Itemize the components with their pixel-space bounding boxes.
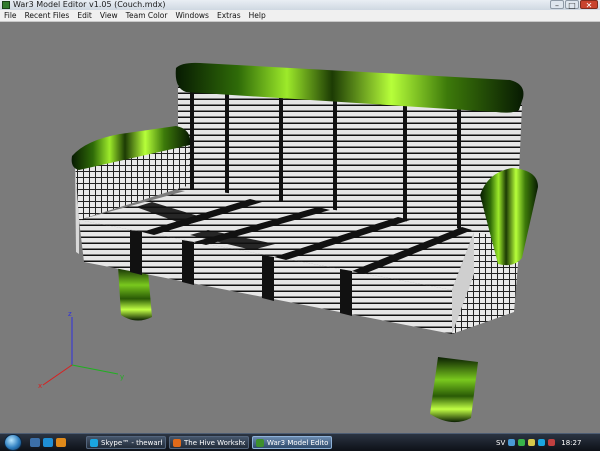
minimize-button[interactable]: – <box>550 0 564 10</box>
taskbar: Skype™ - thewarhu... The Hive Workshop .… <box>0 433 600 451</box>
couch-model-render: z y x <box>38 62 538 423</box>
maximize-button[interactable]: □ <box>565 0 579 10</box>
close-button[interactable]: ✕ <box>580 0 598 10</box>
y-axis-label: y <box>120 373 124 381</box>
tray-app-icon[interactable] <box>518 439 526 446</box>
window-controls: – □ ✕ <box>550 0 598 10</box>
skype-icon <box>90 438 98 447</box>
window-title: War3 Model Editor v1.05 (Couch.mdx) <box>13 0 166 9</box>
taskbar-item-label: Skype™ - thewarhu... <box>101 438 162 447</box>
show-desktop-icon[interactable] <box>30 438 40 447</box>
system-tray: SV 18:27 <box>492 434 600 451</box>
network-icon[interactable] <box>508 439 516 446</box>
z-axis-label: z <box>68 310 72 318</box>
clock[interactable]: 18:27 <box>561 439 581 447</box>
menu-windows[interactable]: Windows <box>171 10 212 21</box>
taskbar-item-skype[interactable]: Skype™ - thewarhu... <box>86 436 166 449</box>
security-icon[interactable] <box>548 439 556 446</box>
axis-gizmo: z y x <box>38 310 124 390</box>
menu-help[interactable]: Help <box>245 10 270 21</box>
menu-edit[interactable]: Edit <box>73 10 96 21</box>
3d-viewport[interactable]: z y x <box>0 22 600 433</box>
app-icon <box>2 1 10 9</box>
taskbar-item-label: The Hive Workshop ... <box>184 438 245 447</box>
menu-team-color[interactable]: Team Color <box>122 10 172 21</box>
menu-extras[interactable]: Extras <box>213 10 245 21</box>
taskbar-item-war3-model-editor[interactable]: War3 Model Editor v... <box>252 436 332 449</box>
skype-tray-icon[interactable] <box>538 439 546 446</box>
ie-quicklaunch-icon[interactable] <box>43 438 53 447</box>
language-indicator[interactable]: SV <box>496 439 505 447</box>
start-button-icon[interactable] <box>4 434 22 451</box>
x-axis-label: x <box>38 382 42 390</box>
war3-model-editor-icon <box>256 438 264 447</box>
menu-bar: File Recent Files Edit View Team Color W… <box>0 10 600 22</box>
firefox-quicklaunch-icon[interactable] <box>56 438 66 447</box>
menu-view[interactable]: View <box>96 10 122 21</box>
taskbar-item-hive-workshop[interactable]: The Hive Workshop ... <box>169 436 249 449</box>
menu-recent-files[interactable]: Recent Files <box>21 10 74 21</box>
taskbar-item-label: War3 Model Editor v... <box>267 438 328 447</box>
firefox-icon <box>173 438 181 447</box>
couch-leg-front-right <box>430 357 478 423</box>
menu-file[interactable]: File <box>0 10 21 21</box>
volume-icon[interactable] <box>528 439 536 446</box>
